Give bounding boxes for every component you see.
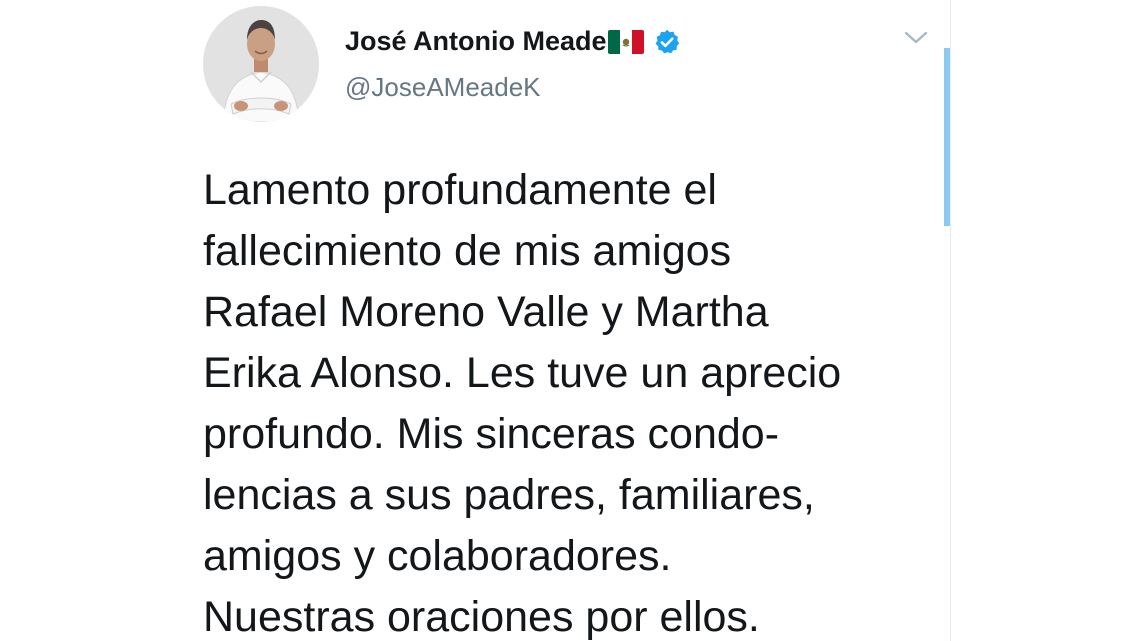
chevron-down-icon[interactable] [903,29,929,47]
mexico-flag-icon [607,29,644,54]
author-name-row[interactable]: José Antonio Meade [345,26,681,57]
tweet-text: Lamento profundamente el fallecimiento d… [203,160,923,641]
timeline-divider [950,0,951,641]
avatar-photo [203,6,319,122]
scrollbar-thumb[interactable] [944,48,950,226]
verified-badge-icon [653,28,681,56]
tweet-text-line: amigos y colaboradores. [203,532,672,580]
tweet-text-line: profundo. Mis sinceras condo- [203,410,780,458]
tweet-screenshot: José Antonio Meade @JoseAMeadeK Lamento … [0,0,1140,641]
tweet-text-line: lencias a sus padres, familiares, [203,471,815,519]
tweet-text-line: Erika Alonso. Les tuve un aprecio [203,349,842,397]
tweet-text-line: Nuestras oraciones por ellos. [203,593,760,641]
tweet-text-line: Rafael Moreno Valle y Martha [203,288,769,336]
tweet-text-line: fallecimiento de mis amigos [203,227,732,275]
author-handle[interactable]: @JoseAMeadeK [345,72,541,103]
tweet-text-line: Lamento profundamente el [203,166,717,214]
avatar[interactable] [203,6,319,122]
author-display-name[interactable]: José Antonio Meade [345,26,607,57]
